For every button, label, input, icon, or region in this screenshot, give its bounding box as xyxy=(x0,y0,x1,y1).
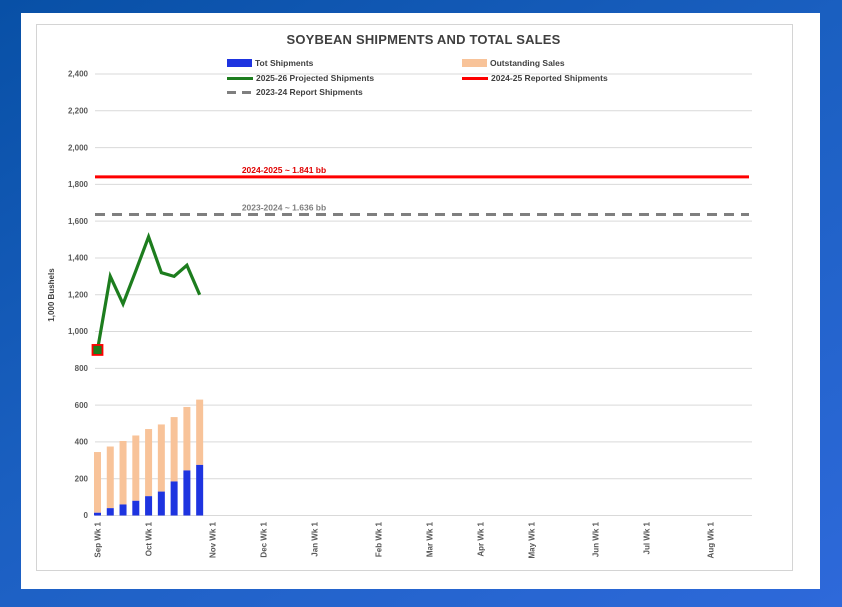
plot-svg: 0 200 400 600 800 1,000 1,200 1,400 1,600 1,800 2,… xyxy=(47,70,752,558)
svg-text:600: 600 xyxy=(75,401,89,410)
svg-text:1,800: 1,800 xyxy=(68,180,89,189)
svg-text:400: 400 xyxy=(75,438,89,447)
svg-text:2023-2024 ~ 1.636 bb: 2023-2024 ~ 1.636 bb xyxy=(242,203,326,213)
svg-text:1,400: 1,400 xyxy=(68,254,89,263)
svg-text:Feb Wk 1: Feb Wk 1 xyxy=(374,521,383,557)
svg-text:Oct Wk 1: Oct Wk 1 xyxy=(145,521,154,556)
chart-window: SOYBEAN SHIPMENTS AND TOTAL SALES Tot Sh… xyxy=(21,13,820,589)
svg-text:Aug Wk 1: Aug Wk 1 xyxy=(706,521,715,558)
svg-text:1,000 Bushels: 1,000 Bushels xyxy=(47,268,56,322)
svg-text:2,000: 2,000 xyxy=(68,143,89,152)
svg-text:2024-2025 ~ 1.841 bb: 2024-2025 ~ 1.841 bb xyxy=(242,165,326,175)
svg-text:0: 0 xyxy=(84,511,89,520)
svg-text:Sep Wk 1: Sep Wk 1 xyxy=(94,521,103,557)
svg-text:Jan Wk 1: Jan Wk 1 xyxy=(311,521,320,556)
svg-text:2,200: 2,200 xyxy=(68,106,89,115)
svg-text:1,000: 1,000 xyxy=(68,327,89,336)
svg-text:2,400: 2,400 xyxy=(68,70,89,79)
svg-text:Jul Wk 1: Jul Wk 1 xyxy=(643,521,652,554)
chart-area[interactable]: SOYBEAN SHIPMENTS AND TOTAL SALES Tot Sh… xyxy=(36,24,793,571)
svg-text:1,200: 1,200 xyxy=(68,290,89,299)
svg-text:Jun Wk 1: Jun Wk 1 xyxy=(592,521,601,557)
svg-text:800: 800 xyxy=(75,364,89,373)
svg-text:Nov Wk 1: Nov Wk 1 xyxy=(208,521,217,558)
svg-text:200: 200 xyxy=(75,474,89,483)
desktop-background: { "chart_data": { "type": "combo", "titl… xyxy=(0,0,842,607)
svg-text:Apr Wk 1: Apr Wk 1 xyxy=(477,521,486,556)
svg-text:Dec Wk 1: Dec Wk 1 xyxy=(260,521,269,557)
svg-text:May Wk 1: May Wk 1 xyxy=(528,521,537,558)
svg-text:1,600: 1,600 xyxy=(68,217,89,226)
svg-text:Mar Wk 1: Mar Wk 1 xyxy=(426,521,435,557)
